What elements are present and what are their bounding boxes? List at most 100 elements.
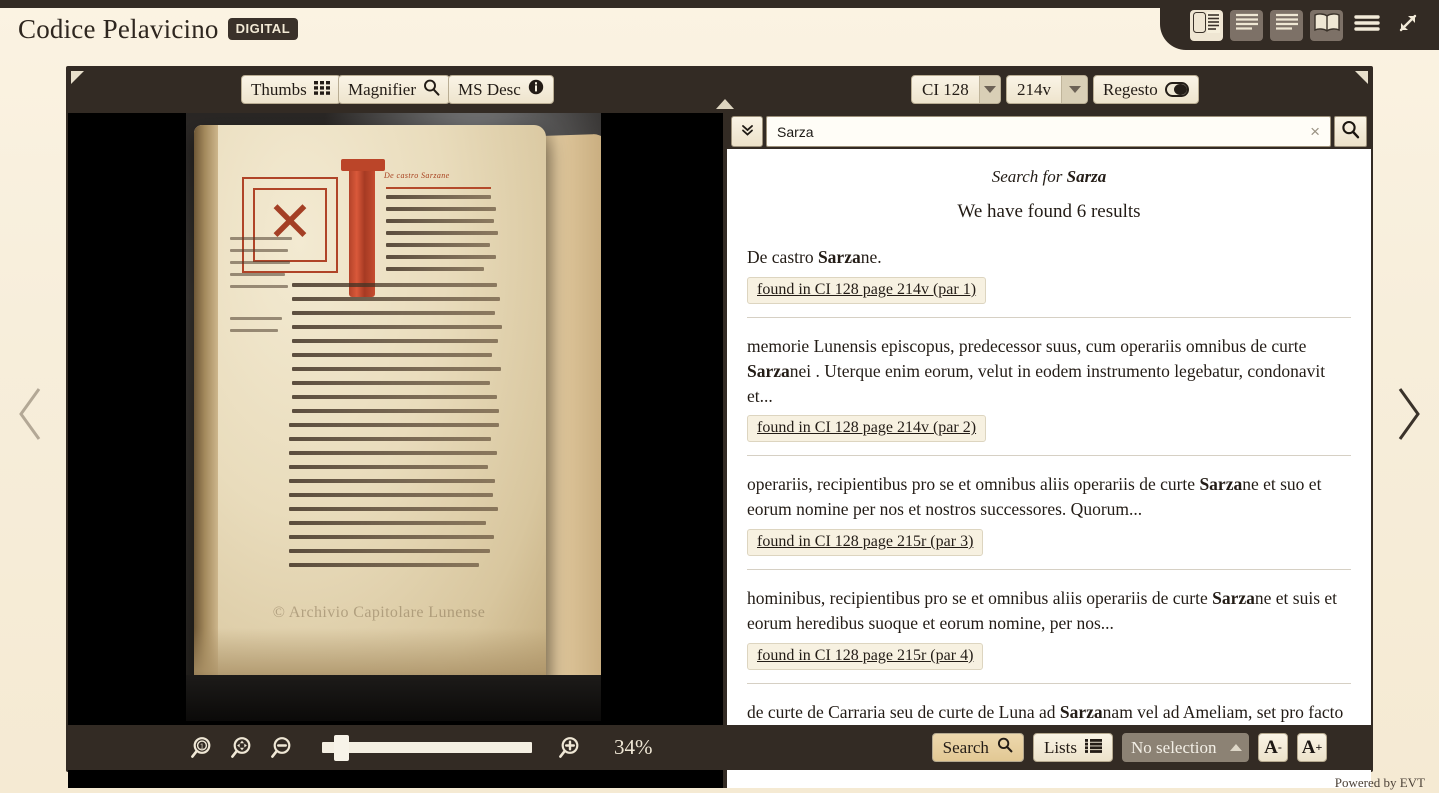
manuscript-text-line — [292, 283, 497, 287]
search-icon — [997, 737, 1013, 758]
view-mode-image-and-text[interactable] — [1190, 9, 1223, 41]
manuscript-text-line — [289, 465, 488, 469]
search-result-item: memorie Lunensis episcopus, predecessor … — [747, 316, 1351, 456]
manuscript-text-line — [292, 297, 500, 301]
search-result-link[interactable]: found in CI 128 page 214v (par 1) — [747, 276, 987, 304]
snippet-text: hominibus, recipientibus pro se et omnib… — [747, 588, 1213, 609]
marginal-note-line — [230, 261, 290, 264]
view-mode-book-reader[interactable] — [1310, 9, 1343, 41]
splitter-collapse-icon[interactable] — [716, 99, 734, 109]
powered-by-credit: Powered by EVT — [1334, 775, 1425, 790]
manuscript-select-value: CI 128 — [922, 79, 969, 99]
font-increase-button[interactable]: A + — [1297, 733, 1327, 762]
lists-button[interactable]: Lists — [1032, 733, 1113, 762]
search-bar: × — [727, 113, 1371, 149]
marginal-note-line — [230, 273, 285, 276]
chevron-up-icon — [1224, 744, 1248, 751]
manuscript-select[interactable]: CI 128 — [911, 75, 1001, 104]
selection-dropdown[interactable]: No selection — [1122, 733, 1249, 762]
zoom-original-button[interactable]: 1 — [190, 735, 216, 761]
snippet-text: memorie Lunensis episcopus, predecessor … — [747, 335, 1307, 356]
search-icon — [1341, 120, 1360, 144]
zoom-in-button[interactable] — [558, 735, 584, 761]
clear-search-icon[interactable]: × — [1306, 122, 1324, 142]
regesto-label: Regesto — [1103, 80, 1158, 99]
search-result-link[interactable]: found in CI 128 page 214v (par 2) — [747, 415, 987, 443]
ms-desc-label: MS Desc — [458, 80, 521, 99]
search-result-link[interactable]: found in CI 128 page 215r (par 3) — [747, 529, 984, 557]
hamburger-menu-icon — [1354, 13, 1380, 38]
search-input-wrapper[interactable]: × — [766, 116, 1331, 147]
image-viewer-pane[interactable]: De castro Sarzane — [68, 113, 723, 788]
thumbs-button[interactable]: Thumbs — [241, 75, 341, 104]
search-result-snippet: De castro Sarzane. — [747, 245, 1351, 270]
marginal-note-line — [230, 329, 278, 332]
manuscript-text-line — [386, 219, 494, 223]
manuscript-text-line — [289, 535, 494, 539]
manuscript-text-line — [289, 493, 493, 497]
page-select-value: 214v — [1017, 79, 1051, 99]
search-term-highlight: Sarza — [1199, 474, 1243, 495]
previous-page-button[interactable] — [8, 385, 54, 447]
search-result-snippet: operariis, recipientibus pro se et omnib… — [747, 472, 1351, 522]
double-chevron-down-icon — [740, 122, 755, 142]
chevron-right-icon — [1392, 385, 1424, 448]
snippet-text: De castro — [747, 247, 818, 267]
magnifier-icon — [423, 79, 440, 101]
next-page-button[interactable] — [1385, 385, 1431, 447]
image-text-view-icon — [1193, 12, 1220, 38]
regesto-toggle[interactable]: Regesto — [1093, 75, 1199, 104]
search-result-link[interactable]: found in CI 128 page 215r (par 4) — [747, 642, 984, 670]
magnifier-label: Magnifier — [348, 80, 416, 99]
manuscript-text-line — [289, 451, 497, 455]
search-result-snippet: de curte de Carraria seu de curte de Lun… — [747, 700, 1351, 725]
zoom-level-value: 34% — [614, 735, 653, 759]
corner-marker-top-right — [1355, 71, 1368, 84]
search-results-list[interactable]: Search for Sarza We have found 6 results… — [727, 149, 1371, 788]
page-select[interactable]: 214v — [1006, 75, 1088, 104]
font-decrease-button[interactable]: A- — [1258, 733, 1288, 762]
manuscript-text-line — [386, 267, 484, 271]
manuscript-text-line — [289, 479, 495, 483]
search-tab-button[interactable]: Search — [931, 733, 1024, 762]
thumbs-label: Thumbs — [251, 80, 307, 99]
toggle-switch-icon — [1164, 82, 1189, 97]
header-toolbar — [1160, 0, 1439, 50]
results-container: De castro Sarzane. found in CI 128 page 2… — [747, 245, 1351, 745]
manuscript-image[interactable]: De castro Sarzane — [186, 113, 601, 721]
manuscript-text-line — [292, 367, 501, 371]
ms-desc-button[interactable]: MS Desc — [448, 75, 554, 104]
search-submit-button[interactable] — [1334, 116, 1367, 147]
search-expand-button[interactable] — [731, 116, 763, 147]
magnifier-button[interactable]: Magnifier — [338, 75, 450, 104]
menu-button[interactable] — [1350, 10, 1384, 41]
search-heading-term: Sarza — [1066, 167, 1107, 186]
search-result-snippet: hominibus, recipientibus pro se et omnib… — [747, 586, 1351, 636]
view-mode-double-text-left[interactable] — [1230, 9, 1263, 41]
manuscript-text-line — [289, 423, 499, 427]
search-input[interactable] — [775, 122, 1307, 141]
manuscript-text-line — [386, 207, 496, 211]
fullscreen-expand-icon — [1396, 11, 1420, 40]
view-mode-double-text-right[interactable] — [1270, 9, 1303, 41]
font-increase-label: A — [1301, 736, 1316, 758]
chevron-down-icon — [978, 76, 1000, 103]
zoom-slider[interactable] — [322, 735, 532, 761]
content-panes: De castro Sarzane — [68, 99, 1371, 788]
font-increase-sign: + — [1315, 740, 1323, 754]
zoom-fit-button[interactable] — [230, 735, 256, 761]
font-decrease-label: A — [1264, 736, 1278, 758]
chevron-down-icon — [1061, 76, 1087, 103]
snippet-text: de curte de Carraria seu de curte de Lun… — [747, 701, 1060, 722]
zoom-slider-handle[interactable] — [334, 735, 349, 761]
zoom-controls: 1 34% — [190, 735, 653, 761]
fullscreen-button[interactable] — [1391, 10, 1425, 41]
manuscript-text-line — [386, 243, 490, 247]
marginal-note-line — [230, 285, 288, 288]
marginal-note-line — [230, 249, 288, 252]
text-columns-icon — [1234, 12, 1260, 38]
search-term-highlight: Sarza — [1212, 588, 1255, 609]
viewer-frame: Thumbs Magnifier MS Desc CI 128 214v Reg… — [66, 66, 1373, 788]
manuscript-text-line — [292, 395, 497, 399]
zoom-out-button[interactable] — [270, 735, 296, 761]
